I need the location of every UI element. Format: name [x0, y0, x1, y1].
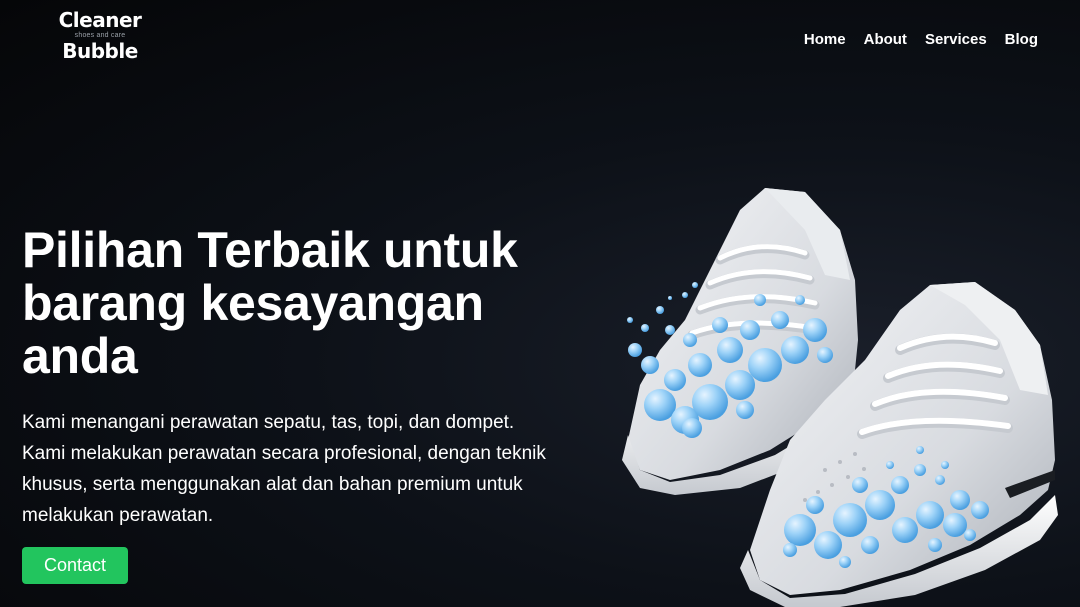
contact-button[interactable]: Contact: [22, 547, 128, 584]
sneakers-image: [622, 188, 1058, 607]
nav-services[interactable]: Services: [925, 31, 987, 48]
nav-about[interactable]: About: [864, 31, 907, 48]
brand-logo[interactable]: Cleaner shoes and care Bubble: [52, 10, 148, 61]
hero-title: Pilihan Terbaik untuk barang kesayangan …: [22, 222, 518, 384]
brand-tagline: shoes and care: [74, 32, 126, 39]
brand-name-bottom: Bubble: [62, 39, 138, 63]
main-nav: Home About Services Blog: [804, 31, 1038, 48]
hero-description: Kami menangani perawatan sepatu, tas, to…: [22, 412, 546, 526]
nav-blog[interactable]: Blog: [1005, 31, 1038, 48]
nav-home[interactable]: Home: [804, 31, 846, 48]
brand-name-top: Cleaner: [58, 8, 142, 32]
